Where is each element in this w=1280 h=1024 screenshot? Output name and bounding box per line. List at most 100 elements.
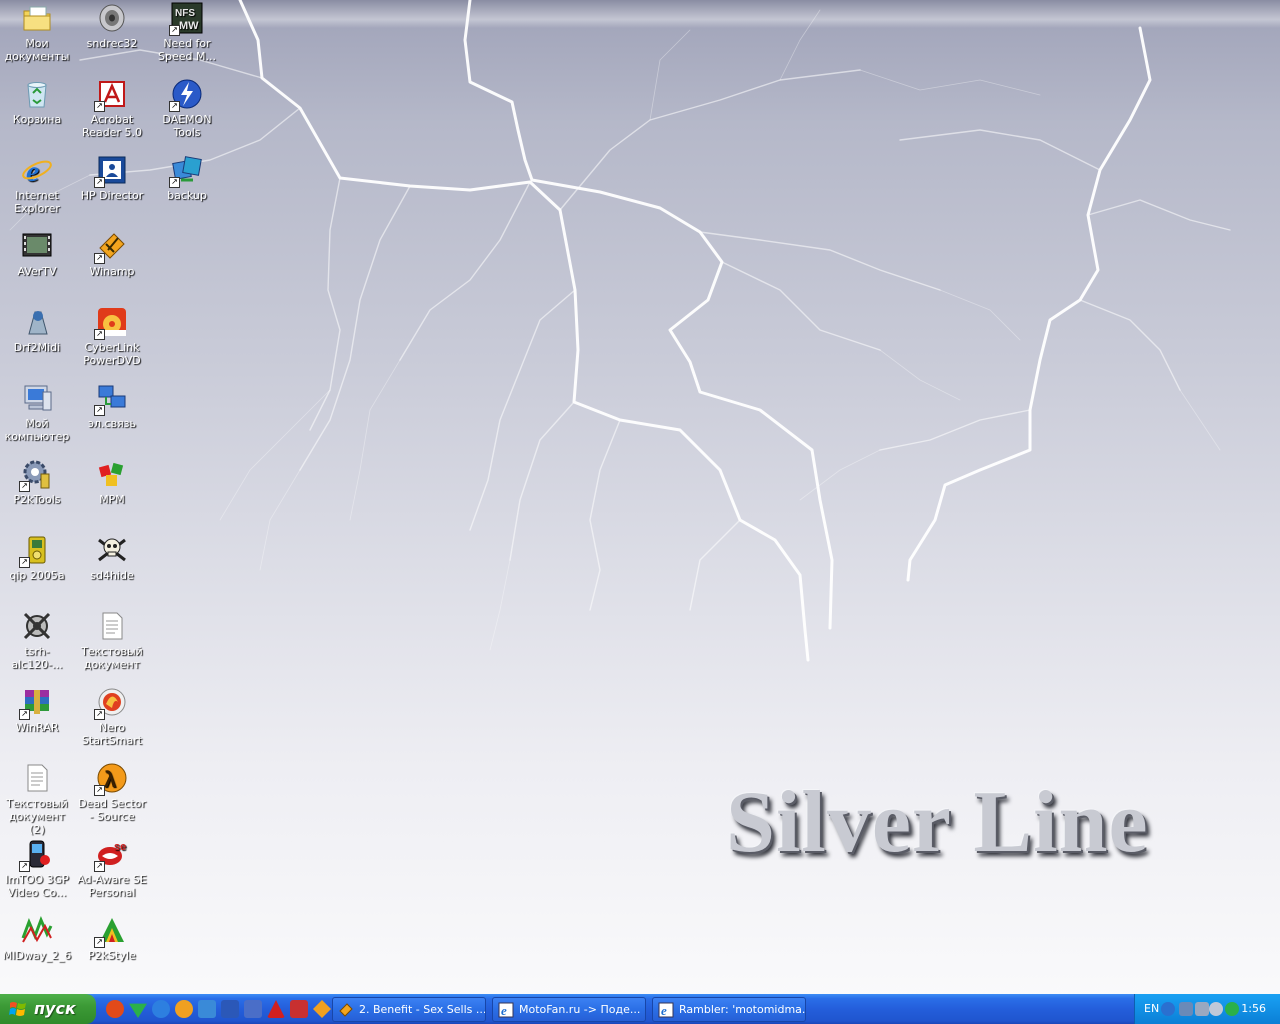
desktop-icon-label: qip 2005a <box>9 569 65 582</box>
tsrh-icon <box>21 610 53 642</box>
desktop-icon-text-document-2[interactable]: Текстовый документ (2) <box>0 762 74 836</box>
shortcut-arrow-icon: ↗ <box>94 861 105 872</box>
midway-icon <box>21 914 53 946</box>
desktop-icon-dead-sector[interactable]: λ ↗ Dead Sector - Source <box>75 762 149 823</box>
desktop-icon-recycle-bin[interactable]: Корзина <box>0 78 74 126</box>
desktop-icon-label: MIDway_2_6 <box>2 949 72 962</box>
shortcut-arrow-icon: ↗ <box>94 785 105 796</box>
desktop-icon-backup[interactable]: ↗ backup <box>150 154 224 202</box>
desktop-icon-label: Winamp <box>89 265 135 278</box>
desktop-icon-label: P2kTools <box>13 493 61 506</box>
monitor-tray-icon[interactable] <box>1195 1002 1209 1016</box>
desktop-icon-label: DAEMON Tools <box>162 113 212 139</box>
p2kstyle-icon: ↗ <box>94 914 128 948</box>
svg-text:e: e <box>26 155 39 186</box>
desktop-icon-label: AVerTV <box>17 265 57 278</box>
desktop-icon-label: Мой компьютер <box>4 417 70 443</box>
desktop-icon-p2ktools[interactable]: ↗ P2kTools <box>0 458 74 506</box>
text-document-icon <box>21 762 53 794</box>
desktop-icon-my-computer[interactable]: Мой компьютер <box>0 382 74 443</box>
desktop-icon-ad-aware[interactable]: se ↗ Ad-Aware SE Personal <box>75 838 149 899</box>
desktop[interactable]: Silver Line Мои документы Корзина e Inte… <box>0 0 1280 994</box>
p2ktools-icon: ↗ <box>19 458 53 492</box>
shortcut-arrow-icon: ↗ <box>19 709 30 720</box>
desktop-icon-powerdvd[interactable]: ↗ CyberLink PowerDVD <box>75 306 149 367</box>
clock[interactable]: 1:56 <box>1241 1002 1266 1015</box>
desktop-icon-nero[interactable]: ↗ Nero StartSmart <box>75 686 149 747</box>
svg-text:e: e <box>501 1003 507 1018</box>
desktop-icon-internet-explorer[interactable]: e Internet Explorer <box>0 154 74 215</box>
hp-director-icon: ↗ <box>94 154 128 188</box>
qip-tray-icon[interactable] <box>1225 1002 1239 1016</box>
imtoo-phone-icon: ↗ <box>19 838 53 872</box>
shortcut-arrow-icon: ↗ <box>94 405 105 416</box>
winamp-icon <box>339 1003 353 1017</box>
text-document-icon <box>96 610 128 642</box>
desktop-icon-winrar[interactable]: ↗ WinRAR <box>0 686 74 734</box>
my-computer-icon <box>21 382 53 414</box>
taskbar-button-rambler[interactable]: e Rambler: 'motomidma... <box>652 997 806 1022</box>
speaker-tray-icon[interactable] <box>1209 1002 1223 1016</box>
quick-launch-media-player-icon[interactable] <box>175 1000 193 1018</box>
desktop-icon-sndrec32[interactable]: sndrec32 <box>75 2 149 50</box>
shortcut-arrow-icon: ↗ <box>19 861 30 872</box>
desktop-icon-sd4hide[interactable]: sd4hide <box>75 534 149 582</box>
shortcut-arrow-icon: ↗ <box>19 557 30 568</box>
desktop-icon-label: Drf2Midi <box>13 341 61 354</box>
shortcut-arrow-icon: ↗ <box>19 481 30 492</box>
quick-launch-outlook-express-icon[interactable] <box>198 1000 216 1018</box>
quick-launch-qip-at-icon[interactable] <box>106 1000 124 1018</box>
quick-launch-internet-explorer-icon[interactable] <box>152 1000 170 1018</box>
desktop-icon-imtoo[interactable]: ↗ ImTOO 3GP Video Co... <box>0 838 74 899</box>
windows-flag-icon <box>9 1002 26 1016</box>
desktop-icon-drf2midi[interactable]: Drf2Midi <box>0 306 74 354</box>
quick-launch-winamp-icon[interactable] <box>313 1000 331 1018</box>
desktop-icon-el-svyaz[interactable]: ↗ эл.связь <box>75 382 149 430</box>
desktop-icon-daemon-tools[interactable]: ↗ DAEMON Tools <box>150 78 224 139</box>
desktop-icon-label: Ad-Aware SE Personal <box>77 873 147 899</box>
desktop-icon-label: tsrh-alc120-... <box>11 645 63 671</box>
tray-expand-icon[interactable] <box>1161 1002 1175 1016</box>
svg-text:MW: MW <box>179 20 199 32</box>
shortcut-arrow-icon: ↗ <box>94 177 105 188</box>
desktop-icon-p2kstyle[interactable]: ↗ P2kStyle <box>75 914 149 962</box>
desktop-icon-winamp[interactable]: ↗ Winamp <box>75 230 149 278</box>
desktop-icon-label: Мои документы <box>4 37 70 63</box>
svg-text:se: se <box>114 841 126 853</box>
taskbar-button-label: Rambler: 'motomidma... <box>679 1003 806 1016</box>
winrar-icon: ↗ <box>19 686 53 720</box>
shortcut-arrow-icon: ↗ <box>169 101 180 112</box>
svg-text:NFS: NFS <box>175 8 195 19</box>
internet-explorer-icon: e <box>658 1002 674 1018</box>
language-indicator[interactable]: EN <box>1144 1002 1159 1015</box>
svg-text:e: e <box>661 1003 667 1018</box>
network-tray-icon[interactable] <box>1179 1002 1193 1016</box>
taskbar-button-winamp[interactable]: 2. Benefit - Sex Sells ... <box>332 997 486 1022</box>
desktop-icon-mpm[interactable]: MPM <box>75 458 149 506</box>
quick-launch-green-arrow-icon[interactable] <box>129 1003 147 1018</box>
desktop-icon-avertv[interactable]: AVerTV <box>0 230 74 278</box>
quick-launch-desktop-show-icon[interactable] <box>244 1000 262 1018</box>
desktop-icon-tsrh[interactable]: tsrh-alc120-... <box>0 610 74 671</box>
quick-launch-nokia-icon[interactable] <box>290 1000 308 1018</box>
quick-launch-word-icon[interactable] <box>221 1000 239 1018</box>
taskbar-button-motofan[interactable]: e MotoFan.ru -> Поде... <box>492 997 646 1022</box>
desktop-icon-need-for-speed[interactable]: NFS MW ↗ Need for Speed M... <box>150 2 224 63</box>
folder-documents-icon <box>21 2 53 34</box>
desktop-icon-my-documents[interactable]: Мои документы <box>0 2 74 63</box>
desktop-icon-label: sd4hide <box>90 569 134 582</box>
start-button[interactable]: пуск <box>0 994 96 1024</box>
desktop-icon-acrobat-reader[interactable]: ↗ Acrobat Reader 5.0 <box>75 78 149 139</box>
nfs-game-icon: NFS MW ↗ <box>169 2 203 36</box>
taskbar: пуск 2. Benefit - Sex Sells ... e MotoFa… <box>0 994 1280 1024</box>
drf2midi-icon <box>21 306 53 338</box>
svg-text:λ: λ <box>104 767 116 792</box>
quick-launch-acrobat-icon[interactable] <box>267 1000 285 1018</box>
desktop-icon-qip[interactable]: ↗ qip 2005a <box>0 534 74 582</box>
desktop-icon-hp-director[interactable]: ↗ HP Director <box>75 154 149 202</box>
desktop-icon-label: ImTOO 3GP Video Co... <box>5 873 69 899</box>
desktop-icon-text-document[interactable]: Текстовый документ <box>75 610 149 671</box>
desktop-icon-label: HP Director <box>80 189 144 202</box>
desktop-icon-label: Текстовый документ <box>81 645 143 671</box>
desktop-icon-midway[interactable]: MIDway_2_6 <box>0 914 74 962</box>
